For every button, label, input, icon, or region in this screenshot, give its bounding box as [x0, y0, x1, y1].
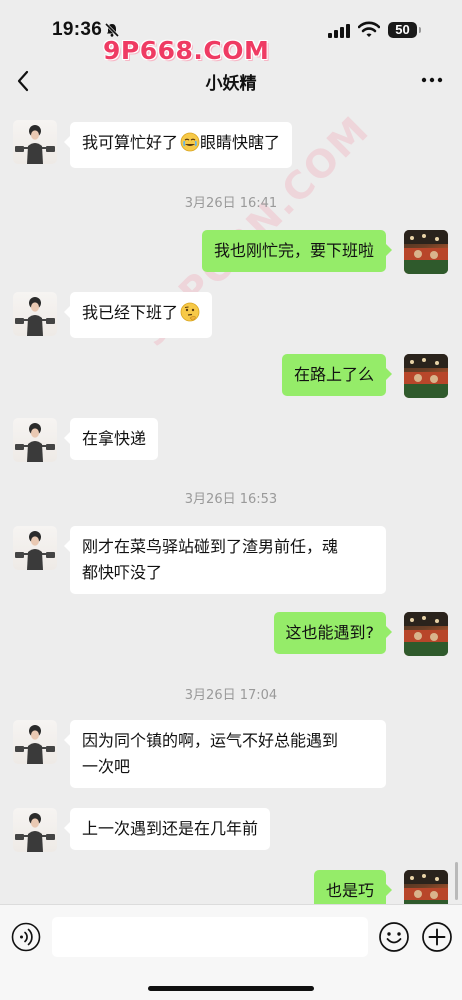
message-text: 我也刚忙完，要下班啦	[213, 241, 374, 260]
message-text: 这也能遇到?	[285, 623, 375, 642]
message-timestamp: 3月26日 17:04	[184, 688, 278, 703]
message-row: 也是巧	[0, 868, 462, 904]
message-row: 我已经下班了	[0, 290, 462, 338]
message-bubble[interactable]: 刚才在菜鸟驿站碰到了渣男前任，魂 都快吓没了	[64, 526, 386, 594]
avatar[interactable]	[13, 292, 57, 336]
avatar[interactable]	[13, 720, 57, 764]
tearful-smile-emoji	[180, 132, 200, 160]
message-text: 在路上了么	[293, 365, 374, 384]
message-timestamp: 3月26日 16:53	[184, 492, 278, 507]
input-bar	[0, 904, 462, 1000]
avatar[interactable]	[404, 230, 448, 274]
message-row: 刚才在菜鸟驿站碰到了渣男前任，魂 都快吓没了	[0, 524, 462, 596]
status-bar: 19:36 9P668.COM 50	[0, 0, 462, 65]
avatar[interactable]	[404, 354, 448, 398]
scrollbar-thumb[interactable]	[455, 862, 458, 900]
message-row: 因为同个镇的啊，运气不好总能遇到 一次吧	[0, 718, 462, 790]
emoji-smile-icon[interactable]	[378, 921, 410, 957]
more-dots-icon[interactable]	[421, 72, 443, 92]
message-bubble[interactable]: 我也刚忙完，要下班啦	[201, 230, 393, 272]
avatar[interactable]	[404, 870, 448, 904]
message-row: 在路上了么	[0, 352, 462, 400]
signal-icon	[328, 23, 350, 42]
message-text: 也是巧	[325, 881, 374, 900]
battery-icon: 50	[388, 22, 417, 38]
avatar[interactable]	[13, 526, 57, 570]
wifi-icon	[357, 21, 381, 42]
message-text-after: 眼睛快瞎了	[200, 133, 281, 152]
message-bubble[interactable]: 我已经下班了	[63, 292, 213, 338]
message-text: 上一次遇到还是在几年前	[82, 819, 259, 838]
message-text-line: 因为同个镇的啊，运气不好总能遇到	[82, 731, 339, 750]
message-row: 这也能遇到?	[0, 610, 462, 658]
chat-messages[interactable]: 91PORN.COM 我可算忙好了	[0, 104, 462, 904]
message-text: 我可算忙好了	[82, 133, 179, 152]
message-row: 上一次遇到还是在几年前	[0, 806, 462, 854]
message-row: 在拿快递	[0, 416, 462, 464]
message-bubble[interactable]: 我可算忙好了 眼睛快瞎了	[63, 122, 293, 168]
message-bubble[interactable]: 因为同个镇的啊，运气不好总能遇到 一次吧	[64, 720, 386, 788]
message-row: 我也刚忙完，要下班啦	[0, 228, 462, 276]
avatar[interactable]	[13, 808, 57, 852]
plus-circle-icon[interactable]	[421, 921, 453, 957]
message-text: 我已经下班了	[82, 303, 179, 322]
chat-header: 小妖精	[0, 58, 462, 104]
avatar[interactable]	[13, 120, 57, 164]
message-text: 在拿快递	[82, 429, 147, 448]
message-bubble[interactable]: 上一次遇到还是在几年前	[63, 808, 271, 850]
avatar[interactable]	[404, 612, 448, 656]
voice-icon[interactable]	[11, 922, 41, 956]
message-bubble[interactable]: 在拿快递	[63, 418, 159, 460]
message-text-line: 一次吧	[82, 757, 131, 776]
avatar[interactable]	[13, 418, 57, 462]
message-text-line: 刚才在菜鸟驿站碰到了渣男前任，魂	[82, 537, 339, 556]
battery-cap	[419, 27, 421, 33]
message-bubble[interactable]: 这也能遇到?	[273, 612, 392, 654]
message-bubble[interactable]: 在路上了么	[281, 354, 393, 396]
message-row: 我可算忙好了 眼睛快瞎了	[0, 118, 462, 168]
message-timestamp: 3月26日 16:41	[184, 196, 278, 211]
home-indicator[interactable]	[148, 986, 314, 991]
chat-title: 小妖精	[205, 74, 257, 94]
thinking-emoji	[180, 302, 200, 330]
message-input[interactable]	[52, 917, 368, 957]
status-time: 19:36	[52, 19, 103, 40]
message-text-line: 都快吓没了	[82, 563, 163, 582]
message-bubble[interactable]: 也是巧	[313, 870, 393, 904]
